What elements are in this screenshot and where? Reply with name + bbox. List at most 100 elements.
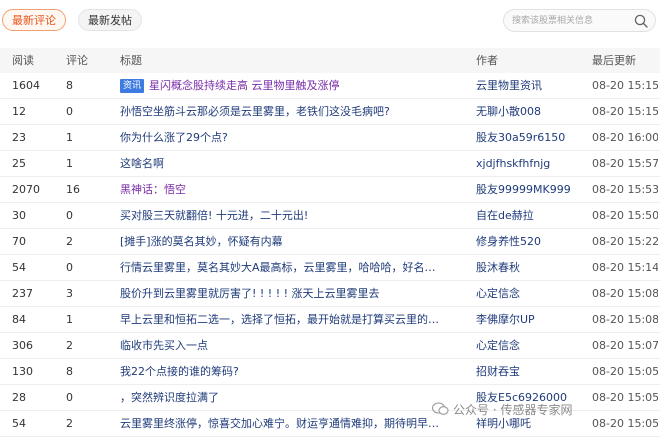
last-update-time: 08-20 15:14 <box>592 261 658 274</box>
post-title-link[interactable]: 资讯 星闪概念股持续走高 云里物里触及涨停 <box>120 73 470 99</box>
post-title-link[interactable]: ，突然辨识度拉满了 <box>120 385 470 411</box>
author-link[interactable]: 修身养性520 <box>476 229 588 255</box>
author-link[interactable]: 股友99999MK999 <box>476 177 588 203</box>
read-count: 2070 <box>12 183 40 196</box>
post-title-text: 股价升到云里雾里就厉害了! ! ! ! ! 涨天上云里雾里去 <box>120 287 380 300</box>
read-count: 130 <box>12 365 33 378</box>
post-title-text: 早上云里和恒拓二选一，选择了恒拓，最开始就是打算买云里的… <box>120 313 439 326</box>
last-update-time: 08-20 15:15 <box>592 79 658 92</box>
table-row: 2070 16 黑神话：悟空 股友99999MK999 08-20 15:53 <box>0 177 660 203</box>
table-row: 306 2 临收市先买入一点 心定信念 08-20 15:07 <box>0 333 660 359</box>
table-row: 130 8 我22个点接的谁的筹码? 招财吞宝 08-20 15:05 <box>0 359 660 385</box>
comment-count: 0 <box>66 391 73 404</box>
post-title-link[interactable]: 买对股三天就翻倍! 十元进，二十元出! <box>120 203 470 229</box>
last-update-time: 08-20 15:50 <box>592 209 658 222</box>
post-title-text: ，突然辨识度拉满了 <box>120 391 219 404</box>
post-title-link[interactable]: 早上云里和恒拓二选一，选择了恒拓，最开始就是打算买云里的… <box>120 307 470 333</box>
table-row: 30 0 买对股三天就翻倍! 十元进，二十元出! 自在de赫拉 08-20 15:50 <box>0 203 660 229</box>
last-update-time: 08-20 15:08 <box>592 287 658 300</box>
post-title-text: 我22个点接的谁的筹码? <box>120 365 239 378</box>
post-title-text: 这啥名啊 <box>120 157 164 170</box>
author-link[interactable]: 无聊小散008 <box>476 99 588 125</box>
last-update-time: 08-20 15:08 <box>592 313 658 326</box>
comment-count: 1 <box>66 157 73 170</box>
last-update-time: 08-20 15:05 <box>592 417 658 430</box>
top-bar: 最新评论 最新发帖 <box>0 0 660 44</box>
read-count: 70 <box>12 235 26 248</box>
column-header-reads: 阅读 <box>12 54 34 67</box>
comment-count: 1 <box>66 131 73 144</box>
comment-count: 0 <box>66 209 73 222</box>
table-row: 1604 8 资讯 星闪概念股持续走高 云里物里触及涨停 云里物里资讯 08-20 15:… <box>0 73 660 99</box>
comment-count: 2 <box>66 417 73 430</box>
last-update-time: 08-20 16:00 <box>592 131 658 144</box>
post-title-link[interactable]: 你为什么涨了29个点? <box>120 125 470 151</box>
column-header-author: 作者 <box>476 54 498 67</box>
author-link[interactable]: 心定信念 <box>476 333 588 359</box>
tab-latest-posts[interactable]: 最新发帖 <box>78 9 142 31</box>
author-link[interactable]: 心定信念 <box>476 281 588 307</box>
read-count: 25 <box>12 157 26 170</box>
post-title-text: 孙悟空坐筋斗云那必须是云里雾里，老铁们这没毛病吧? <box>120 105 390 118</box>
post-title-text: 云里雾里终涨停，惊喜交加心难宁。财运亨通情难抑，期待明早… <box>120 417 439 430</box>
table-row: 12 0 孙悟空坐筋斗云那必须是云里雾里，老铁们这没毛病吧? 无聊小散008 08-20… <box>0 99 660 125</box>
table-row: 25 1 这啥名啊 xjdjfhskfhfnjg 08-20 15:57 <box>0 151 660 177</box>
read-count: 306 <box>12 339 33 352</box>
author-link[interactable]: 股沐春秋 <box>476 255 588 281</box>
author-link[interactable]: 云里物里资讯 <box>476 73 588 99</box>
comment-count: 8 <box>66 79 73 92</box>
post-title-text: 你为什么涨了29个点? <box>120 131 228 144</box>
last-update-time: 08-20 15:05 <box>592 391 658 404</box>
read-count: 1604 <box>12 79 40 92</box>
post-title-link[interactable]: 临收市先买入一点 <box>120 333 470 359</box>
comment-count: 3 <box>66 287 73 300</box>
post-title-link[interactable]: 云里雾里终涨停，惊喜交加心难宁。财运亨通情难抑，期待明早… <box>120 411 470 437</box>
watermark: 公众号 · 传感器专家网 <box>431 400 573 420</box>
post-title-link[interactable]: 这啥名啊 <box>120 151 470 177</box>
comment-count: 16 <box>66 183 80 196</box>
search-icon[interactable] <box>633 13 649 29</box>
post-title-link[interactable]: 我22个点接的谁的筹码? <box>120 359 470 385</box>
author-link[interactable]: 李佛摩尔UP <box>476 307 588 333</box>
news-tag-badge: 资讯 <box>120 79 145 93</box>
search-input[interactable] <box>512 13 630 28</box>
table-row: 84 1 早上云里和恒拓二选一，选择了恒拓，最开始就是打算买云里的… 李佛摩尔UP 08… <box>0 307 660 333</box>
comment-count: 0 <box>66 261 73 274</box>
wechat-icon <box>431 402 449 416</box>
column-header-last-update: 最后更新 <box>592 54 636 67</box>
author-link[interactable]: 股友30a59r6150 <box>476 125 588 151</box>
post-title-link[interactable]: 股价升到云里雾里就厉害了! ! ! ! ! 涨天上云里雾里去 <box>120 281 470 307</box>
post-title-link[interactable]: [摊手]涨的莫名其妙，怀疑有内幕 <box>120 229 470 255</box>
read-count: 237 <box>12 287 33 300</box>
column-header-comments: 评论 <box>66 54 88 67</box>
read-count: 54 <box>12 261 26 274</box>
last-update-time: 08-20 15:05 <box>592 365 658 378</box>
table-row: 70 2 [摊手]涨的莫名其妙，怀疑有内幕 修身养性520 08-20 15:22 <box>0 229 660 255</box>
table-row: 23 1 你为什么涨了29个点? 股友30a59r6150 08-20 16:00 <box>0 125 660 151</box>
author-link[interactable]: xjdjfhskfhfnjg <box>476 151 588 177</box>
read-count: 84 <box>12 313 26 326</box>
post-title-text: [摊手]涨的莫名其妙，怀疑有内幕 <box>120 235 283 248</box>
table-row: 54 0 行情云里雾里，莫名其妙大A最高标，云里雾里，哈哈哈，好名… 股沐春秋 08-2… <box>0 255 660 281</box>
table-row: 237 3 股价升到云里雾里就厉害了! ! ! ! ! 涨天上云里雾里去 心定信念 08… <box>0 281 660 307</box>
tab-latest-comments[interactable]: 最新评论 <box>2 9 66 31</box>
post-title-text: 行情云里雾里，莫名其妙大A最高标，云里雾里，哈哈哈，好名… <box>120 261 436 274</box>
post-title-text: 黑神话：悟空 <box>120 183 186 196</box>
last-update-time: 08-20 15:07 <box>592 339 658 352</box>
post-title-text: 临收市先买入一点 <box>120 339 208 352</box>
comment-count: 2 <box>66 235 73 248</box>
author-link[interactable]: 自在de赫拉 <box>476 203 588 229</box>
author-link[interactable]: 招财吞宝 <box>476 359 588 385</box>
post-title-link[interactable]: 黑神话：悟空 <box>120 177 470 203</box>
column-header-title: 标题 <box>120 54 142 67</box>
read-count: 23 <box>12 131 26 144</box>
post-title-link[interactable]: 孙悟空坐筋斗云那必须是云里雾里，老铁们这没毛病吧? <box>120 99 470 125</box>
comment-count: 8 <box>66 365 73 378</box>
read-count: 30 <box>12 209 26 222</box>
comment-count: 0 <box>66 105 73 118</box>
watermark-text: 公众号 · 传感器专家网 <box>453 403 573 417</box>
last-update-time: 08-20 15:22 <box>592 235 658 248</box>
read-count: 28 <box>12 391 26 404</box>
read-count: 54 <box>12 417 26 430</box>
post-title-link[interactable]: 行情云里雾里，莫名其妙大A最高标，云里雾里，哈哈哈，好名… <box>120 255 470 281</box>
